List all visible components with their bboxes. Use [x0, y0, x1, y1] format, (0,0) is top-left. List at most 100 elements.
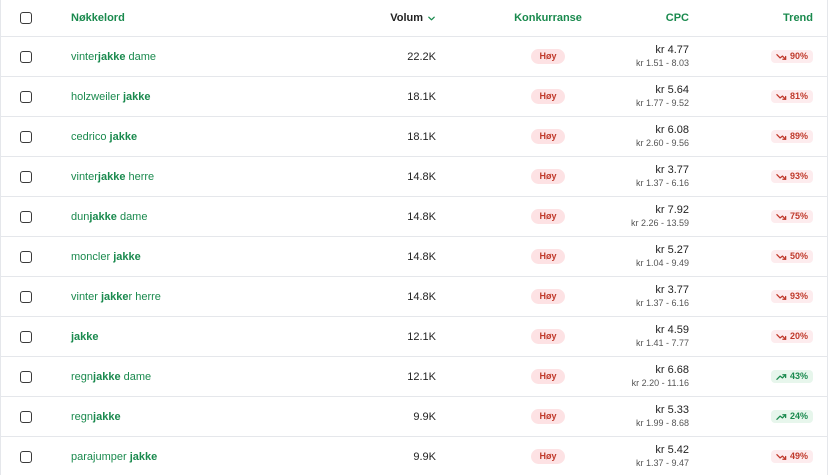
- row-select-cell: [20, 117, 32, 156]
- cpc-column-header[interactable]: CPC: [666, 12, 689, 24]
- keyword-cell: cedrico jakke: [71, 117, 137, 156]
- trend-value: 43%: [789, 371, 808, 381]
- keyword-text: cedrico: [71, 130, 110, 143]
- table-body: vinterjakke dame 22.2K Høy kr 4.77 kr 1.…: [1, 37, 827, 475]
- row-checkbox[interactable]: [20, 410, 32, 423]
- trend-badge: 81%: [770, 90, 813, 103]
- volume-value: 9.9K: [413, 450, 436, 463]
- competition-cell: Høy: [499, 317, 597, 356]
- trend-up-icon: [776, 373, 787, 380]
- keyword-link[interactable]: vinterjakke dame: [71, 51, 156, 63]
- row-checkbox[interactable]: [20, 330, 32, 343]
- keyword-link[interactable]: regnjakke dame: [71, 371, 151, 383]
- keyword-text: r herre: [128, 290, 161, 303]
- keyword-highlight: jakke: [71, 330, 99, 343]
- volume-value: 18.1K: [407, 90, 436, 103]
- cpc-range: kr 1.99 - 8.68: [635, 418, 689, 428]
- cpc-cell: kr 3.77 kr 1.37 - 6.16: [636, 157, 689, 196]
- row-checkbox[interactable]: [20, 90, 32, 103]
- trend-cell: 90%: [770, 37, 813, 76]
- trend-badge: 90%: [770, 50, 813, 63]
- cpc-value: kr 7.92: [655, 204, 689, 216]
- keyword-column-header[interactable]: Nøkkelord: [71, 12, 125, 24]
- trend-cell: 43%: [770, 357, 813, 396]
- row-select-cell: [20, 357, 32, 396]
- table-row: moncler jakke 14.8K Høy kr 5.27 kr 1.04 …: [1, 237, 827, 277]
- volume-value: 14.8K: [407, 170, 436, 183]
- keyword-text: regn: [71, 410, 94, 423]
- keyword-highlight: jakke: [109, 130, 138, 143]
- keyword-link[interactable]: cedrico jakke: [71, 131, 137, 143]
- row-checkbox[interactable]: [20, 130, 32, 143]
- table-row: regnjakke 9.9K Høy kr 5.33 kr 1.99 - 8.6…: [1, 397, 827, 437]
- keyword-link[interactable]: parajumper jakke: [71, 451, 157, 463]
- cpc-cell: kr 5.42 kr 1.37 - 9.47: [636, 437, 689, 475]
- trend-badge: 43%: [770, 370, 813, 383]
- volume-column-header[interactable]: Volum: [390, 12, 436, 24]
- keyword-cell: vinterjakke herre: [71, 157, 154, 196]
- row-checkbox[interactable]: [20, 210, 32, 223]
- keyword-text: vinter: [71, 50, 98, 63]
- row-select-cell: [20, 277, 32, 316]
- keyword-link[interactable]: dunjakke dame: [71, 211, 147, 223]
- table-row: parajumper jakke 9.9K Høy kr 5.42 kr 1.3…: [1, 437, 827, 475]
- trend-value: 90%: [789, 51, 808, 61]
- trend-down-icon: [776, 93, 787, 100]
- volume-value: 18.1K: [407, 130, 436, 143]
- trend-cell: 50%: [770, 237, 813, 276]
- trend-badge: 89%: [770, 130, 813, 143]
- row-checkbox[interactable]: [20, 290, 32, 303]
- volume-value: 14.8K: [407, 290, 436, 303]
- table-row: regnjakke dame 12.1K Høy kr 6.68 kr 2.20…: [1, 357, 827, 397]
- competition-badge: Høy: [531, 409, 565, 424]
- keyword-highlight: jakke: [93, 370, 121, 383]
- competition-column-header[interactable]: Konkurranse: [514, 12, 582, 24]
- select-all-checkbox[interactable]: [20, 12, 32, 24]
- volume-cell: 12.1K: [407, 317, 436, 356]
- competition-cell: Høy: [499, 117, 597, 156]
- cpc-cell: kr 5.64 kr 1.77 - 9.52: [636, 77, 689, 116]
- row-checkbox[interactable]: [20, 250, 32, 263]
- competition-cell: Høy: [499, 37, 597, 76]
- keyword-text: herre: [125, 170, 155, 183]
- trend-cell: 75%: [770, 197, 813, 236]
- keyword-highlight: jakke: [122, 90, 151, 103]
- volume-cell: 14.8K: [407, 277, 436, 316]
- keyword-text: dame: [125, 50, 157, 63]
- competition-badge: Høy: [531, 169, 565, 184]
- cpc-range: kr 1.37 - 9.47: [635, 458, 689, 468]
- keyword-link[interactable]: moncler jakke: [71, 251, 141, 263]
- volume-value: 9.9K: [413, 410, 436, 423]
- cpc-range: kr 2.60 - 9.56: [635, 138, 689, 148]
- competition-badge: Høy: [531, 449, 565, 464]
- keyword-link[interactable]: regnjakke: [71, 411, 121, 423]
- keyword-link[interactable]: holzweiler jakke: [71, 91, 151, 103]
- trend-cell: 89%: [770, 117, 813, 156]
- competition-header-cell: Konkurranse: [499, 0, 597, 36]
- keyword-link[interactable]: jakke: [71, 331, 99, 343]
- competition-cell: Høy: [499, 397, 597, 436]
- row-checkbox[interactable]: [20, 170, 32, 183]
- volume-cell: 18.1K: [407, 117, 436, 156]
- trend-value: 81%: [789, 91, 808, 101]
- trend-value: 75%: [789, 211, 808, 221]
- row-select-cell: [20, 237, 32, 276]
- cpc-value: kr 5.64: [655, 84, 689, 96]
- cpc-value: kr 6.68: [655, 364, 689, 376]
- keyword-text: regn: [71, 370, 94, 383]
- trend-badge: 49%: [770, 450, 813, 463]
- competition-badge: Høy: [531, 209, 565, 224]
- row-checkbox[interactable]: [20, 370, 32, 383]
- trend-badge: 20%: [770, 330, 813, 343]
- keyword-text: dame: [116, 210, 148, 223]
- row-checkbox[interactable]: [20, 450, 32, 463]
- cpc-value: kr 4.77: [655, 44, 689, 56]
- keyword-link[interactable]: vinterjakke herre: [71, 171, 154, 183]
- keyword-highlight: jakke: [89, 210, 117, 223]
- trend-column-header[interactable]: Trend: [783, 12, 813, 24]
- volume-value: 14.8K: [407, 210, 436, 223]
- keyword-link[interactable]: vinter jakker herre: [71, 291, 161, 303]
- row-checkbox[interactable]: [20, 50, 32, 63]
- competition-cell: Høy: [499, 157, 597, 196]
- trend-badge: 24%: [770, 410, 813, 423]
